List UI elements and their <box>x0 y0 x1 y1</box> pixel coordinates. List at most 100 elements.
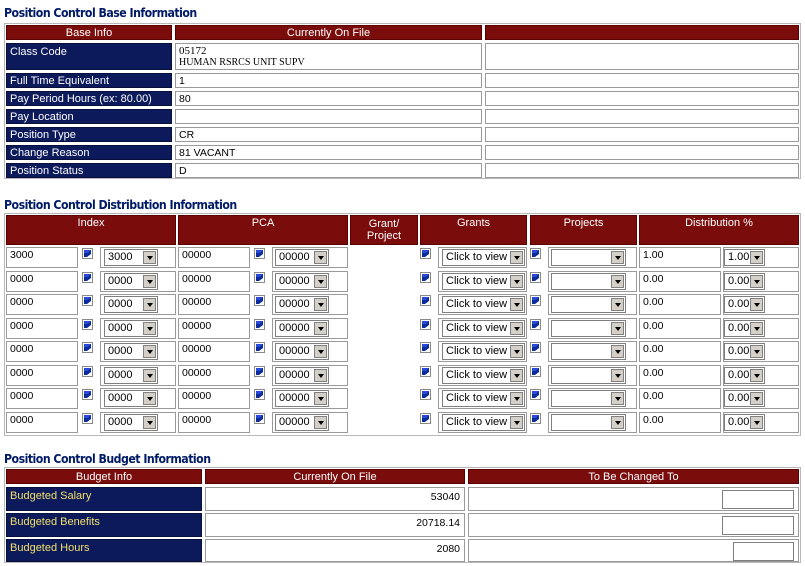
base-label-pay-location: Pay Location <box>6 109 172 124</box>
dist-percent-select[interactable]: 0.00 <box>724 366 765 384</box>
dist-grants-checkbox[interactable] <box>420 271 431 283</box>
dist-grants-select[interactable]: Click to view <box>442 319 525 337</box>
base-header-base-info: Base Info <box>6 25 172 40</box>
dist-pca-select[interactable]: 00000 <box>275 272 329 290</box>
dist-pca-checkbox[interactable] <box>254 365 265 377</box>
dist-pca-checkbox[interactable] <box>254 248 265 259</box>
dist-percent-select[interactable]: 0.00 <box>724 413 765 431</box>
checkbox-checked-icon <box>254 295 265 306</box>
dist-projects-select[interactable] <box>551 366 626 384</box>
dist-projects-checkbox[interactable] <box>530 271 541 283</box>
dist-percent-select[interactable]: 0.00 <box>724 390 765 407</box>
dist-pca-select[interactable]: 00000 <box>275 366 329 384</box>
dist-pca-select[interactable]: 00000 <box>275 413 329 431</box>
dist-index-checkbox[interactable] <box>82 342 93 353</box>
dist-grants-select[interactable]: Click to view <box>442 366 525 384</box>
dist-index-checkbox[interactable] <box>82 389 93 400</box>
dist-grants-select[interactable]: Click to view <box>442 272 525 290</box>
dist-projects-checkbox[interactable] <box>530 318 541 330</box>
base-new-position-status <box>485 163 799 178</box>
checkbox-checked-icon <box>530 318 541 330</box>
checkbox-checked-icon <box>82 342 93 353</box>
dist-index-checkbox[interactable] <box>82 295 93 306</box>
dist-pca-select[interactable]: 00000 <box>275 343 329 360</box>
checkbox-checked-icon <box>530 295 541 306</box>
dist-percent-select-value: 1.00 <box>728 251 750 263</box>
dist-projects-select[interactable] <box>551 343 626 360</box>
dist-projects-checkbox[interactable] <box>530 248 541 259</box>
dist-index-select[interactable]: 0000 <box>104 296 158 313</box>
chevron-down-icon <box>143 298 156 311</box>
dist-grants-select[interactable]: Click to view <box>442 296 525 313</box>
dist-projects-select[interactable] <box>551 413 626 431</box>
dist-projects-select[interactable] <box>551 296 626 313</box>
chevron-down-icon <box>750 298 763 311</box>
dist-pca-checkbox[interactable] <box>254 318 265 330</box>
dist-grants-select[interactable]: Click to view <box>442 343 525 360</box>
dist-percent-select-value: 0.00 <box>728 368 750 381</box>
base-new-position-type <box>485 127 799 142</box>
dist-pca-checkbox[interactable] <box>254 342 265 353</box>
dist-projects-checkbox[interactable] <box>530 342 541 353</box>
chevron-down-icon <box>750 368 763 382</box>
checkbox-checked-icon <box>420 365 431 377</box>
budget-hours-input[interactable] <box>733 542 794 561</box>
chevron-down-icon <box>143 345 156 358</box>
dist-projects-checkbox[interactable] <box>530 389 541 400</box>
checkbox-checked-icon <box>254 412 265 424</box>
dist-grants-checkbox[interactable] <box>420 295 431 306</box>
dist-pca-text: 00000 <box>178 411 250 433</box>
dist-pca-select[interactable]: 00000 <box>275 390 329 407</box>
chevron-down-icon <box>750 274 763 288</box>
dist-pca-select[interactable]: 00000 <box>275 319 329 337</box>
dist-projects-checkbox[interactable] <box>530 365 541 377</box>
dist-projects-checkbox[interactable] <box>530 295 541 306</box>
dist-index-checkbox[interactable] <box>82 412 93 424</box>
dist-pca-text: 00000 <box>178 294 250 315</box>
budget-salary-input[interactable] <box>722 490 794 509</box>
chevron-down-icon <box>750 251 763 264</box>
dist-index-checkbox[interactable] <box>82 365 93 377</box>
dist-pca-checkbox[interactable] <box>254 271 265 283</box>
dist-pca-select[interactable]: 00000 <box>275 249 329 266</box>
dist-pca-select[interactable]: 00000 <box>275 296 329 313</box>
dist-percent-select[interactable]: 0.00 <box>724 343 765 360</box>
dist-percent-select[interactable]: 0.00 <box>724 319 765 337</box>
chevron-down-icon <box>750 415 763 429</box>
dist-index-select[interactable]: 0000 <box>104 413 158 431</box>
dist-pca-checkbox[interactable] <box>254 412 265 424</box>
dist-grants-checkbox[interactable] <box>420 248 431 259</box>
dist-index-select[interactable]: 0000 <box>104 366 158 384</box>
dist-index-select[interactable]: 0000 <box>104 272 158 290</box>
dist-grants-select[interactable]: Click to view <box>442 249 525 266</box>
dist-grants-checkbox[interactable] <box>420 389 431 400</box>
dist-index-text: 0000 <box>6 364 78 386</box>
dist-pca-checkbox[interactable] <box>254 389 265 400</box>
dist-header-grant-project: Grant/ Project <box>350 215 418 245</box>
dist-index-select[interactable]: 0000 <box>104 343 158 360</box>
dist-pca-text: 00000 <box>178 364 250 386</box>
dist-grants-checkbox[interactable] <box>420 412 431 424</box>
budget-benefits-input[interactable] <box>722 516 794 535</box>
dist-index-checkbox[interactable] <box>82 271 93 283</box>
dist-percent-select[interactable]: 0.00 <box>724 272 765 290</box>
dist-projects-select[interactable] <box>551 272 626 290</box>
dist-index-checkbox[interactable] <box>82 248 93 259</box>
dist-grants-select[interactable]: Click to view <box>442 390 525 407</box>
dist-grants-checkbox[interactable] <box>420 318 431 330</box>
dist-percent-select[interactable]: 1.00 <box>724 249 765 266</box>
dist-projects-checkbox[interactable] <box>530 412 541 424</box>
dist-index-select[interactable]: 0000 <box>104 319 158 337</box>
dist-index-select[interactable]: 3000 <box>104 249 158 266</box>
dist-index-select[interactable]: 0000 <box>104 390 158 407</box>
dist-index-checkbox[interactable] <box>82 318 93 330</box>
dist-projects-select[interactable] <box>551 319 626 337</box>
dist-projects-select[interactable] <box>551 390 626 407</box>
dist-grants-select[interactable]: Click to view <box>442 413 525 431</box>
dist-pca-checkbox[interactable] <box>254 295 265 306</box>
dist-grants-checkbox[interactable] <box>420 365 431 377</box>
dist-percent-select[interactable]: 0.00 <box>724 296 765 313</box>
checkbox-checked-icon <box>82 318 93 330</box>
dist-grants-checkbox[interactable] <box>420 342 431 353</box>
dist-projects-select[interactable] <box>551 249 626 266</box>
